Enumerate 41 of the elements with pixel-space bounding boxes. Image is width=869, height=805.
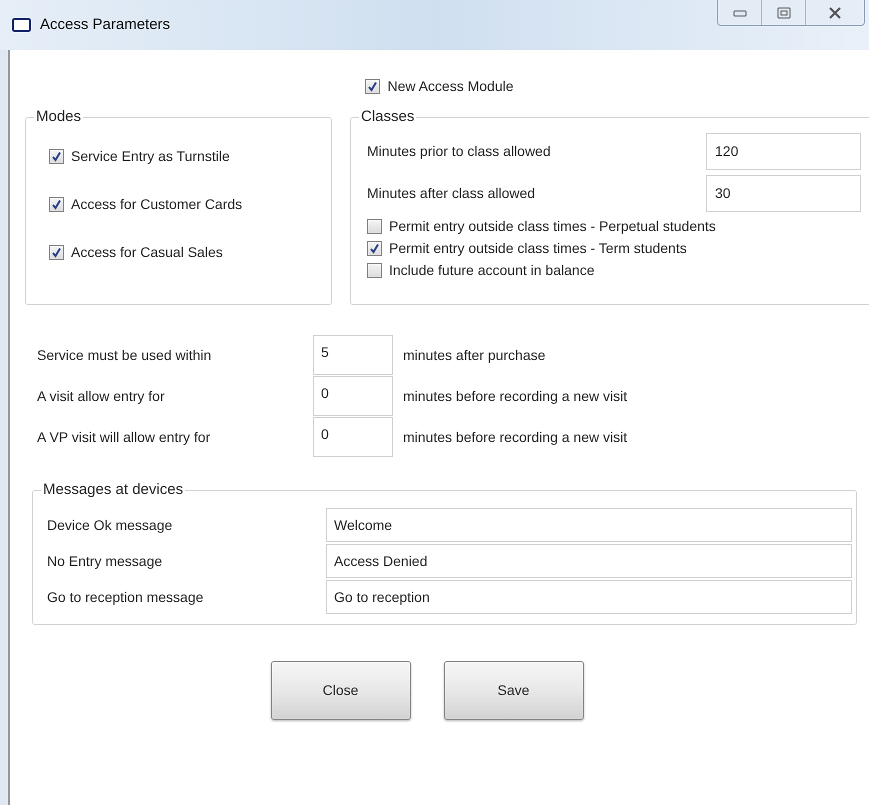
unit-label: minutes before recording a new visit — [403, 386, 628, 406]
unit-label: minutes before recording a new visit — [403, 428, 628, 447]
input-field[interactable]: Welcome — [326, 508, 852, 542]
input-field[interactable]: 0 — [313, 376, 393, 416]
checkbox[interactable] — [49, 149, 64, 164]
field-label: Device Ok message — [47, 516, 174, 535]
window-title: Access Parameters — [40, 14, 170, 35]
input-field[interactable]: Go to reception — [326, 580, 852, 614]
minimize-icon — [732, 8, 746, 16]
field-label: A visit allow entry for — [37, 386, 166, 406]
input-field[interactable]: 30 — [706, 175, 861, 212]
checkbox-label: Include future account in balance — [389, 261, 594, 280]
input-field[interactable]: 120 — [706, 133, 861, 170]
close-button[interactable]: Close — [270, 661, 410, 720]
checkbox-label: Permit entry outside class times - Perpetual students — [389, 217, 716, 236]
checkbox-label: New Access Module — [387, 77, 514, 96]
checkbox[interactable] — [367, 219, 382, 234]
checkbox-label: Access for Casual Sales — [71, 243, 223, 262]
checkbox[interactable] — [49, 197, 64, 212]
save-button[interactable]: Save — [444, 661, 584, 720]
checkbox[interactable] — [365, 79, 380, 94]
checkbox-label: Service Entry as Turnstile — [71, 147, 230, 166]
window-icon — [12, 18, 31, 32]
input-field[interactable]: Access Denied — [326, 544, 852, 578]
checkbox-label: Permit entry outside class times - Term students — [389, 239, 687, 258]
field-label: Service must be used within — [37, 346, 212, 364]
input-field[interactable]: 0 — [313, 417, 393, 457]
field-label: No Entry message — [47, 552, 164, 571]
close-icon — [828, 6, 842, 18]
input-field[interactable]: 5 — [313, 335, 393, 375]
checkbox-label: Access for Customer Cards — [71, 195, 242, 214]
maximize-icon — [776, 6, 790, 18]
field-label: A VP visit will allow entry for — [37, 428, 212, 447]
checkbox[interactable] — [367, 241, 382, 256]
field-label: Go to reception message — [47, 588, 204, 607]
field-label: Minutes prior to class allowed — [367, 142, 551, 161]
checkbox[interactable] — [367, 263, 382, 278]
group-title: Messages at devices — [41, 480, 186, 500]
field-label: Minutes after class allowed — [367, 184, 536, 203]
checkbox[interactable] — [49, 245, 64, 260]
unit-label: minutes after purchase — [403, 346, 546, 365]
